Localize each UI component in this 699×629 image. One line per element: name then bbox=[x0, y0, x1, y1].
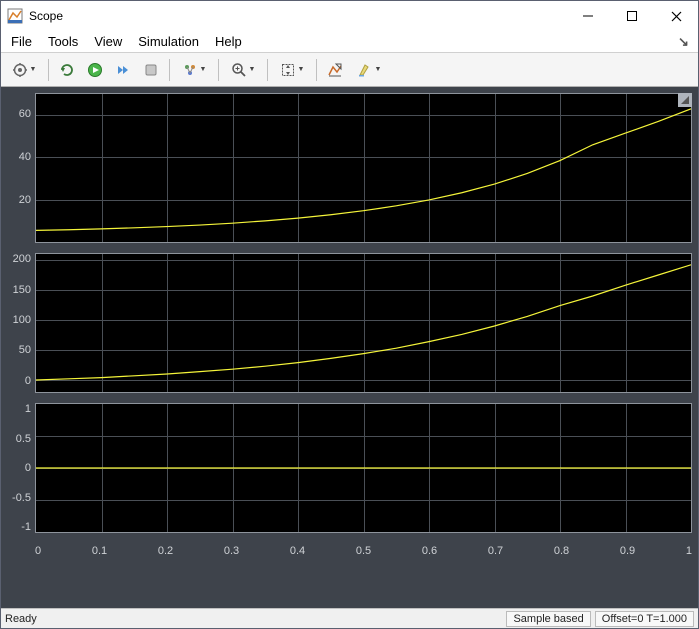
minimize-button[interactable] bbox=[566, 1, 610, 31]
zoom-button[interactable]: ▼ bbox=[224, 57, 262, 83]
x-tick: 0.2 bbox=[158, 545, 173, 557]
status-left: Ready bbox=[5, 613, 37, 625]
plot-canvas[interactable] bbox=[35, 93, 692, 243]
plot-1[interactable]: 604020 bbox=[7, 93, 692, 243]
plot-3[interactable]: 10.50-0.5-1 bbox=[7, 403, 692, 533]
restart-button[interactable] bbox=[54, 57, 80, 83]
measurements-button[interactable] bbox=[322, 57, 348, 83]
y-axis: 10.50-0.5-1 bbox=[7, 403, 35, 533]
close-button[interactable] bbox=[654, 1, 698, 31]
x-axis: 0 0.1 0.2 0.3 0.4 0.5 0.6 0.7 0.8 0.9 1 bbox=[35, 543, 692, 557]
x-tick: 0.6 bbox=[422, 545, 437, 557]
titlebar: Scope bbox=[1, 1, 698, 31]
configure-button[interactable]: ▼ bbox=[5, 57, 43, 83]
scope-window: Scope File Tools View Simulation Help ↘ … bbox=[0, 0, 699, 629]
x-tick: 0 bbox=[35, 545, 41, 557]
window-title: Scope bbox=[29, 9, 566, 23]
plot-2[interactable]: 200150100500 bbox=[7, 253, 692, 393]
plot-area: 604020 200150100500 10.50-0.5-1 0 0.1 0.2 0.3… bbox=[1, 87, 698, 608]
maximize-button[interactable] bbox=[610, 1, 654, 31]
step-forward-button[interactable] bbox=[110, 57, 136, 83]
menu-simulation[interactable]: Simulation bbox=[132, 32, 209, 51]
plot-canvas[interactable] bbox=[35, 403, 692, 533]
plot-canvas[interactable] bbox=[35, 253, 692, 393]
status-bar: Ready Sample based Offset=0 T=1.000 bbox=[1, 608, 698, 628]
menu-tools[interactable]: Tools bbox=[42, 32, 88, 51]
x-tick: 0.5 bbox=[356, 545, 371, 557]
highlight-button[interactable]: ▼ bbox=[350, 57, 388, 83]
x-tick: 0.1 bbox=[92, 545, 107, 557]
menu-help[interactable]: Help bbox=[209, 32, 252, 51]
x-tick: 0.4 bbox=[290, 545, 305, 557]
x-tick: 0.8 bbox=[554, 545, 569, 557]
app-icon bbox=[7, 8, 23, 24]
signal-selector-button[interactable]: ▼ bbox=[175, 57, 213, 83]
y-axis: 604020 bbox=[7, 93, 35, 243]
menu-file[interactable]: File bbox=[5, 32, 42, 51]
run-button[interactable] bbox=[82, 57, 108, 83]
y-axis: 200150100500 bbox=[7, 253, 35, 393]
menubar: File Tools View Simulation Help ↘ bbox=[1, 31, 698, 53]
x-tick: 0.3 bbox=[224, 545, 239, 557]
legend-toggle-icon[interactable] bbox=[678, 93, 692, 107]
x-tick: 1 bbox=[686, 545, 692, 557]
status-mode: Sample based bbox=[506, 611, 590, 627]
autoscale-button[interactable]: ▼ bbox=[273, 57, 311, 83]
status-offset: Offset=0 T=1.000 bbox=[595, 611, 694, 627]
x-tick: 0.7 bbox=[488, 545, 503, 557]
toolbar: ▼ ▼ ▼ ▼ ▼ bbox=[1, 53, 698, 87]
x-tick: 0.9 bbox=[620, 545, 635, 557]
stop-button[interactable] bbox=[138, 57, 164, 83]
menu-view[interactable]: View bbox=[88, 32, 132, 51]
show-toolstrip-icon[interactable]: ↘ bbox=[678, 34, 694, 50]
